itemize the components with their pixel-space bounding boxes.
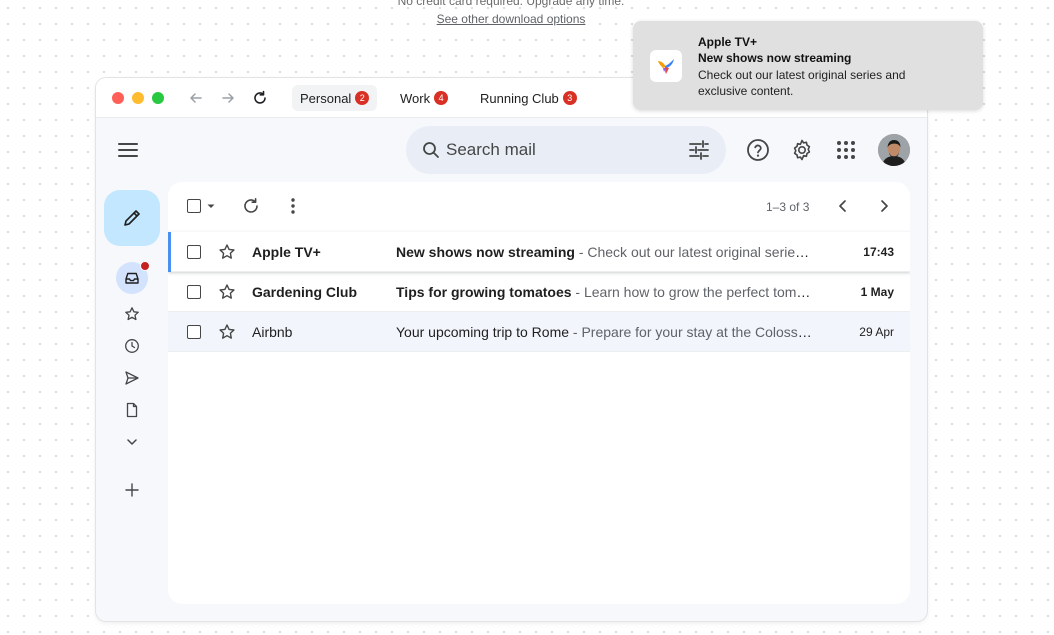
help-button[interactable] — [746, 138, 770, 162]
email-row[interactable]: Airbnb Your upcoming trip to Rome - Prep… — [168, 312, 910, 352]
refresh-icon — [244, 198, 258, 213]
settings-button[interactable] — [790, 138, 814, 162]
notification-title: New shows now streaming — [698, 51, 852, 65]
chevron-right-icon — [881, 200, 888, 212]
select-all-checkbox[interactable] — [184, 196, 204, 216]
email-time: 1 May — [860, 285, 894, 299]
notification-body: Check out our latest original series and… — [698, 68, 906, 98]
avatar[interactable] — [878, 134, 910, 166]
email-subject: Your upcoming trip to Rome — [396, 324, 570, 340]
mail-toolbar: 1–3 of 3 — [168, 182, 910, 230]
search-options-icon[interactable] — [688, 139, 710, 161]
email-subject: Tips for growing tomatoes — [396, 284, 572, 300]
arrow-left-icon — [190, 93, 202, 103]
row-checkbox[interactable] — [187, 325, 201, 339]
chevron-down-icon — [127, 439, 137, 445]
email-content: New shows now streaming - Check out our … — [396, 244, 814, 260]
nav-snoozed[interactable] — [120, 334, 144, 358]
download-options-link[interactable]: See other download options — [437, 12, 586, 26]
checkbox-box — [187, 199, 201, 213]
nav-sent[interactable] — [120, 366, 144, 390]
nav-inbox[interactable] — [116, 261, 150, 294]
search-icon[interactable] — [422, 141, 440, 159]
email-subject: New shows now streaming — [396, 244, 575, 260]
star-icon[interactable] — [218, 243, 236, 261]
email-sender: Apple TV+ — [252, 244, 321, 260]
send-icon — [125, 371, 139, 385]
more-actions-button[interactable] — [283, 196, 303, 216]
notification-toast[interactable]: Apple TV+ New shows now streaming Check … — [633, 21, 983, 110]
search-input[interactable] — [446, 136, 666, 164]
tab-badge: 2 — [355, 91, 370, 105]
clock-icon — [125, 339, 139, 353]
apps-grid-icon — [837, 141, 855, 159]
search-bar — [406, 126, 726, 174]
plus-icon — [125, 483, 139, 497]
chevron-left-icon — [839, 200, 846, 212]
tab-label: Personal — [300, 90, 352, 106]
email-sender: Airbnb — [252, 324, 293, 340]
email-time: 29 Apr — [859, 325, 894, 339]
app-logo — [650, 50, 682, 82]
close-window-button[interactable] — [112, 92, 124, 104]
previous-page-button[interactable] — [833, 196, 853, 216]
nav-drafts[interactable] — [120, 398, 144, 422]
inbox-icon — [125, 272, 139, 284]
email-content: Your upcoming trip to Rome - Prepare for… — [396, 324, 814, 340]
star-icon — [125, 307, 139, 321]
row-checkbox[interactable] — [187, 245, 201, 259]
tab-badge: 3 — [562, 91, 577, 105]
reload-button[interactable] — [250, 88, 270, 108]
email-snippet: - Check out our latest original series a… — [578, 244, 814, 260]
draft-file-icon — [126, 402, 138, 418]
hamburger-menu-icon — [118, 143, 138, 157]
mail-app-window: Personal 2 Work 4 Running Club 3 Search … — [96, 78, 927, 621]
gear-icon — [793, 139, 811, 161]
top-note: No credit card required. Upgrade any tim… — [397, 0, 625, 8]
email-time: 17:43 — [863, 245, 894, 259]
tab-running-club[interactable]: Running Club 3 — [472, 85, 585, 111]
user-avatar-icon — [878, 134, 910, 166]
nav-starred[interactable] — [120, 302, 144, 326]
select-options-dropdown[interactable] — [204, 196, 218, 216]
main-menu-button[interactable] — [116, 138, 140, 162]
mail-list-panel: 1–3 of 3 Apple TV+ New shows now streami… — [168, 182, 910, 604]
pencil-icon — [124, 210, 140, 226]
forward-button[interactable] — [218, 88, 238, 108]
arrow-right-icon — [222, 93, 234, 103]
caret-down-icon — [207, 204, 215, 208]
apps-button[interactable] — [834, 138, 858, 162]
email-row[interactable]: Gardening Club Tips for growing tomatoes… — [168, 272, 910, 312]
row-checkbox[interactable] — [187, 285, 201, 299]
compose-button[interactable] — [104, 190, 160, 246]
notification-app-name: Apple TV+ — [698, 35, 758, 49]
tab-work[interactable]: Work 4 — [392, 85, 456, 111]
email-content: Tips for growing tomatoes - Learn how to… — [396, 284, 814, 300]
reload-icon — [254, 90, 266, 104]
tab-label: Running Club — [480, 90, 559, 106]
email-row[interactable]: Apple TV+ New shows now streaming - Chec… — [168, 232, 910, 272]
back-button[interactable] — [186, 88, 206, 108]
help-icon — [747, 139, 769, 161]
tab-label: Work — [400, 90, 431, 106]
bird-logo-icon — [658, 59, 674, 74]
create-label-button[interactable] — [120, 478, 144, 502]
star-icon[interactable] — [218, 323, 236, 341]
email-snippet: - Prepare for your stay at the Colosseum… — [572, 324, 814, 340]
email-snippet: - Learn how to grow the perfect tomatoes… — [575, 284, 814, 300]
tab-personal[interactable]: Personal 2 — [292, 85, 378, 111]
inbox-notification-dot — [140, 261, 150, 271]
nav-more[interactable] — [120, 430, 144, 454]
more-vertical-icon — [291, 198, 295, 214]
maximize-window-button[interactable] — [152, 92, 164, 104]
pagination-text: 1–3 of 3 — [766, 200, 810, 214]
refresh-button[interactable] — [241, 196, 261, 216]
tab-badge: 4 — [434, 91, 449, 105]
minimize-window-button[interactable] — [132, 92, 144, 104]
email-sender: Gardening Club — [252, 284, 357, 300]
star-icon[interactable] — [218, 283, 236, 301]
next-page-button[interactable] — [874, 196, 894, 216]
